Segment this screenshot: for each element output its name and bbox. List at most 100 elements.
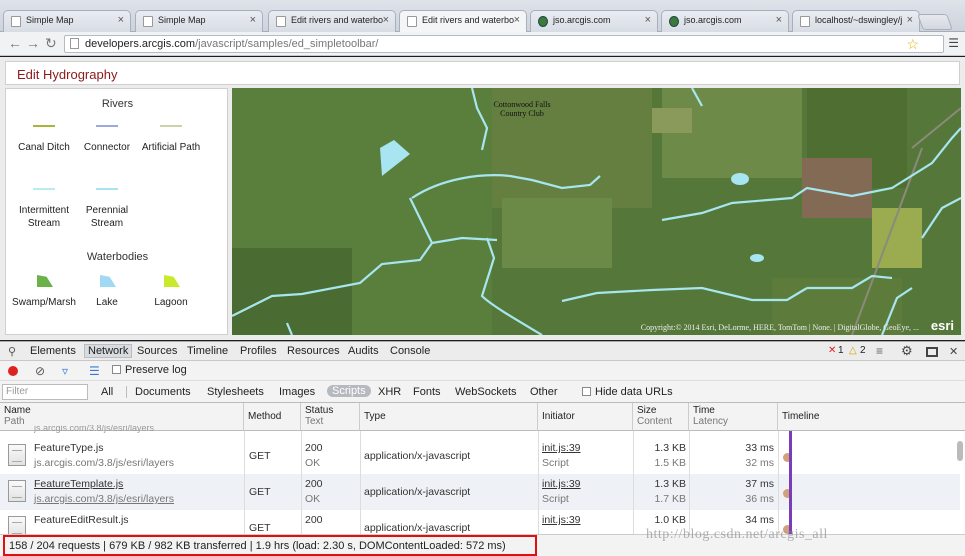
address-bar[interactable]: developers.arcgis.com/javascript/samples… — [64, 35, 944, 53]
large-rows-icon[interactable]: ☰ — [89, 364, 100, 378]
filter-type-all[interactable]: All — [101, 386, 113, 398]
filter-type-stylesheets[interactable]: Stylesheets — [207, 386, 264, 398]
console-drawer-icon[interactable]: ≡ — [876, 344, 883, 358]
col-timeline[interactable]: Timeline — [778, 403, 965, 431]
close-devtools-icon[interactable]: ✕ — [949, 345, 958, 358]
browser-tab[interactable]: Simple Map × — [3, 10, 131, 32]
request-name[interactable]: FeatureEditResult.js — [34, 514, 129, 526]
map-attribution: Copyright:© 2014 Esri, DeLorme, HERE, To… — [640, 323, 919, 332]
type-filter-bar: Filter All Documents Stylesheets Images Scri… — [0, 381, 965, 403]
browser-tab[interactable]: Edit rivers and waterbo × — [399, 10, 527, 33]
network-toolbar: ⊘ ▿ ☰ Preserve log — [0, 361, 965, 381]
page-content: Edit Hydrography Rivers Canal Ditch Conne… — [0, 57, 965, 340]
filter-type-images[interactable]: Images — [279, 386, 315, 398]
request-method: GET — [249, 486, 271, 498]
close-tab-icon[interactable]: × — [776, 14, 782, 26]
browser-tab[interactable]: jso.arcgis.com × — [530, 10, 658, 32]
filter-type-scripts[interactable]: Scripts — [327, 385, 371, 397]
size: 1.3 KB — [654, 442, 686, 454]
page-title: Edit Hydrography — [17, 67, 118, 82]
partial-row-path: js.arcgis.com/3.8/js/esri/layers — [34, 425, 155, 433]
warning-count: 2 — [860, 345, 866, 356]
filter-type-xhr[interactable]: XHR — [378, 386, 401, 398]
back-icon[interactable]: ← — [8, 35, 22, 51]
table-row[interactable]: FeatureTemplate.js js.arcgis.com/3.8/js/e… — [0, 474, 960, 510]
col-type[interactable]: Type — [360, 403, 538, 431]
initiator-link[interactable]: init.js:39 — [542, 478, 581, 490]
legend-line-swatch — [33, 125, 55, 127]
close-tab-icon[interactable]: × — [645, 14, 651, 26]
preserve-log-checkbox[interactable]: Preserve log — [112, 364, 187, 376]
browser-tab[interactable]: Simple Map × — [135, 10, 263, 32]
size: 1.0 KB — [654, 514, 686, 526]
browser-tab[interactable]: Edit rivers and waterbo × — [268, 10, 396, 32]
col-divider — [633, 431, 634, 534]
forward-icon[interactable]: → — [26, 35, 40, 51]
filter-type-fonts[interactable]: Fonts — [413, 386, 441, 398]
dock-icon[interactable] — [926, 347, 938, 357]
filter-input[interactable]: Filter — [2, 384, 88, 400]
request-name[interactable]: FeatureTemplate.js — [34, 478, 123, 490]
col-method[interactable]: Method — [244, 403, 301, 431]
devtools-tab-audits[interactable]: Audits — [348, 345, 379, 357]
col-status[interactable]: Status Text — [301, 403, 360, 431]
filter-type-websockets[interactable]: WebSockets — [455, 386, 517, 398]
tab-label: jso.arcgis.com — [553, 15, 611, 25]
table-row[interactable]: FeatureType.js js.arcgis.com/3.8/js/esri/… — [0, 438, 960, 474]
request-name[interactable]: FeatureType.js — [34, 442, 103, 454]
devtools-tab-profiles[interactable]: Profiles — [240, 345, 277, 357]
devtools-tab-timeline[interactable]: Timeline — [187, 345, 228, 357]
col-initiator[interactable]: Initiator — [538, 403, 633, 431]
close-tab-icon[interactable]: × — [118, 14, 124, 26]
browser-toolbar: ← → ↻ developers.arcgis.com/javascript/s… — [0, 32, 965, 56]
reload-icon[interactable]: ↻ — [45, 35, 57, 51]
filter-type-other[interactable]: Other — [530, 386, 558, 398]
devtools-tab-resources[interactable]: Resources — [287, 345, 340, 357]
request-method: GET — [249, 522, 271, 534]
close-tab-icon[interactable]: × — [514, 14, 520, 26]
close-tab-icon[interactable]: × — [383, 14, 389, 26]
close-tab-icon[interactable]: × — [250, 14, 256, 26]
initiator-link[interactable]: init.js:39 — [542, 442, 581, 454]
legend-label: Swamp/Marsh — [12, 297, 76, 308]
warning-icon[interactable]: △ — [849, 345, 857, 356]
col-divider — [538, 431, 539, 534]
latency: 32 ms — [745, 457, 774, 469]
status-code: 200 — [305, 478, 323, 490]
error-icon[interactable]: ✕ — [828, 345, 836, 356]
devtools-tab-console[interactable]: Console — [390, 345, 430, 357]
filter-separator — [126, 386, 127, 398]
col-size[interactable]: Size Content — [633, 403, 689, 431]
url-host: developers.arcgis.com — [85, 38, 196, 50]
filter-funnel-icon[interactable]: ▿ — [62, 364, 68, 378]
browser-tab[interactable]: jso.arcgis.com × — [661, 10, 789, 32]
settings-gear-icon[interactable]: ⚙ — [901, 343, 913, 359]
devtools-tab-sources[interactable]: Sources — [137, 345, 177, 357]
mime-type: application/x-javascript — [364, 486, 471, 498]
record-icon[interactable] — [8, 366, 18, 376]
timeline-marker — [789, 431, 792, 534]
map-view[interactable]: Cottonwood Falls Country Club Copyright:… — [232, 88, 961, 335]
col-time[interactable]: Time Latency — [689, 403, 778, 431]
status-text: OK — [305, 457, 321, 469]
browser-tab[interactable]: localhost/~dswingley/j × — [792, 10, 920, 32]
col-divider — [301, 431, 302, 534]
clear-icon[interactable]: ⊘ — [35, 364, 45, 378]
devtools-tab-network[interactable]: Network — [84, 344, 133, 358]
col-divider — [778, 431, 779, 534]
initiator-link[interactable]: init.js:39 — [542, 514, 581, 526]
new-tab-button[interactable] — [917, 14, 953, 30]
legend-line-swatch — [96, 188, 118, 190]
script-file-icon — [8, 516, 26, 534]
devtools-tab-elements[interactable]: Elements — [30, 345, 76, 357]
scrollbar-thumb[interactable] — [957, 441, 963, 461]
close-tab-icon[interactable]: × — [907, 14, 913, 26]
page-icon — [276, 16, 286, 27]
menu-icon[interactable]: ☰ — [948, 36, 959, 50]
bookmark-star-icon[interactable]: ☆ — [906, 36, 919, 52]
rivers-heading: Rivers — [101, 98, 134, 110]
filter-type-documents[interactable]: Documents — [135, 386, 191, 398]
legend-label: Perennial Stream — [85, 205, 129, 229]
hide-data-urls-checkbox[interactable]: Hide data URLs — [582, 386, 673, 398]
inspect-icon[interactable]: ⚲ — [8, 345, 16, 358]
